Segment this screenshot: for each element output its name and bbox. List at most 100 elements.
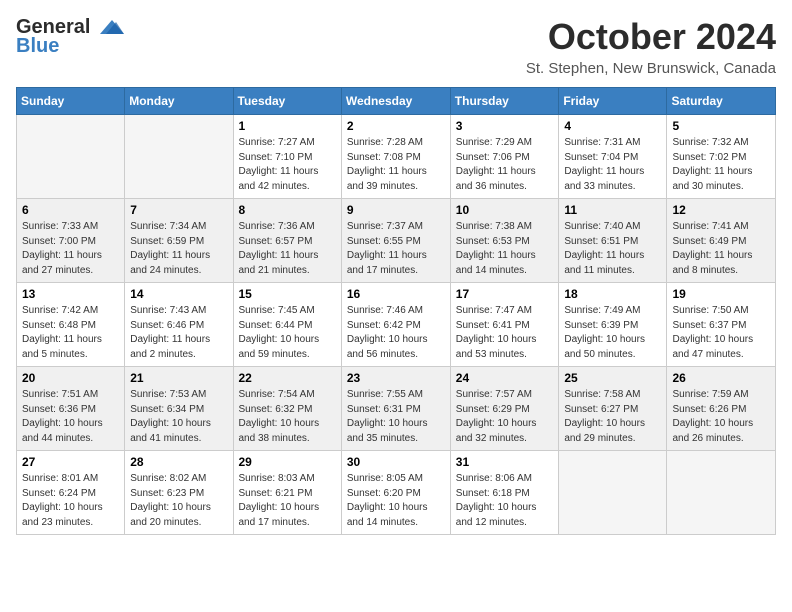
day-number: 5 xyxy=(672,119,770,133)
day-info: Sunrise: 8:03 AM Sunset: 6:21 PM Dayligh… xyxy=(239,472,336,530)
day-info: Sunrise: 7:27 AM Sunset: 7:10 PM Dayligh… xyxy=(239,136,336,194)
day-info: Sunrise: 7:51 AM Sunset: 6:36 PM Dayligh… xyxy=(22,388,119,446)
day-info: Sunrise: 7:32 AM Sunset: 7:02 PM Dayligh… xyxy=(672,136,770,194)
day-number: 26 xyxy=(672,371,770,385)
calendar-cell: 23 Sunrise: 7:55 AM Sunset: 6:31 PM Dayli… xyxy=(341,367,450,451)
day-number: 30 xyxy=(347,455,445,469)
calendar-cell: 26 Sunrise: 7:59 AM Sunset: 6:26 PM Dayli… xyxy=(667,367,776,451)
day-number: 10 xyxy=(456,203,554,217)
calendar-cell: 6 Sunrise: 7:33 AM Sunset: 7:00 PM Daylig… xyxy=(17,199,125,283)
page-header: General Blue October 2024 St. Stephen, N… xyxy=(16,16,776,77)
title-area: October 2024 St. Stephen, New Brunswick,… xyxy=(526,16,776,77)
day-number: 27 xyxy=(22,455,119,469)
calendar-cell: 10 Sunrise: 7:38 AM Sunset: 6:53 PM Dayli… xyxy=(450,199,559,283)
day-info: Sunrise: 7:59 AM Sunset: 6:26 PM Dayligh… xyxy=(672,388,770,446)
day-number: 6 xyxy=(22,203,119,217)
day-number: 19 xyxy=(672,287,770,301)
weekday-header-thursday: Thursday xyxy=(450,88,559,115)
location: St. Stephen, New Brunswick, Canada xyxy=(526,60,776,77)
calendar-cell: 11 Sunrise: 7:40 AM Sunset: 6:51 PM Dayli… xyxy=(559,199,667,283)
calendar-cell: 30 Sunrise: 8:05 AM Sunset: 6:20 PM Dayli… xyxy=(341,451,450,535)
day-info: Sunrise: 7:54 AM Sunset: 6:32 PM Dayligh… xyxy=(239,388,336,446)
day-number: 23 xyxy=(347,371,445,385)
day-info: Sunrise: 7:31 AM Sunset: 7:04 PM Dayligh… xyxy=(564,136,661,194)
day-info: Sunrise: 8:06 AM Sunset: 6:18 PM Dayligh… xyxy=(456,472,554,530)
day-info: Sunrise: 7:34 AM Sunset: 6:59 PM Dayligh… xyxy=(130,220,227,278)
calendar-cell: 13 Sunrise: 7:42 AM Sunset: 6:48 PM Dayli… xyxy=(17,283,125,367)
day-number: 13 xyxy=(22,287,119,301)
day-number: 17 xyxy=(456,287,554,301)
month-title: October 2024 xyxy=(526,16,776,58)
calendar-cell: 7 Sunrise: 7:34 AM Sunset: 6:59 PM Daylig… xyxy=(125,199,233,283)
calendar-cell: 31 Sunrise: 8:06 AM Sunset: 6:18 PM Dayli… xyxy=(450,451,559,535)
day-number: 7 xyxy=(130,203,227,217)
weekday-header-tuesday: Tuesday xyxy=(233,88,341,115)
day-info: Sunrise: 7:57 AM Sunset: 6:29 PM Dayligh… xyxy=(456,388,554,446)
day-number: 15 xyxy=(239,287,336,301)
day-number: 25 xyxy=(564,371,661,385)
calendar-cell: 3 Sunrise: 7:29 AM Sunset: 7:06 PM Daylig… xyxy=(450,115,559,199)
calendar-cell xyxy=(559,451,667,535)
day-info: Sunrise: 7:47 AM Sunset: 6:41 PM Dayligh… xyxy=(456,304,554,362)
calendar-cell: 16Sunrise: 7:46 AM Sunset: 6:42 PM Dayli… xyxy=(341,283,450,367)
calendar-cell: 4 Sunrise: 7:31 AM Sunset: 7:04 PM Daylig… xyxy=(559,115,667,199)
day-number: 2 xyxy=(347,119,445,133)
calendar-cell: 21 Sunrise: 7:53 AM Sunset: 6:34 PM Dayli… xyxy=(125,367,233,451)
calendar-cell xyxy=(667,451,776,535)
day-number: 20 xyxy=(22,371,119,385)
day-info: Sunrise: 7:33 AM Sunset: 7:00 PM Dayligh… xyxy=(22,220,119,278)
day-number: 14 xyxy=(130,287,227,301)
calendar-cell xyxy=(125,115,233,199)
day-number: 12 xyxy=(672,203,770,217)
calendar-cell: 24Sunrise: 7:57 AM Sunset: 6:29 PM Dayli… xyxy=(450,367,559,451)
day-number: 4 xyxy=(564,119,661,133)
day-info: Sunrise: 7:29 AM Sunset: 7:06 PM Dayligh… xyxy=(456,136,554,194)
day-info: Sunrise: 7:41 AM Sunset: 6:49 PM Dayligh… xyxy=(672,220,770,278)
day-number: 18 xyxy=(564,287,661,301)
calendar-cell: 8 Sunrise: 7:36 AM Sunset: 6:57 PM Daylig… xyxy=(233,199,341,283)
day-info: Sunrise: 7:28 AM Sunset: 7:08 PM Dayligh… xyxy=(347,136,445,194)
day-info: Sunrise: 7:53 AM Sunset: 6:34 PM Dayligh… xyxy=(130,388,227,446)
day-info: Sunrise: 7:40 AM Sunset: 6:51 PM Dayligh… xyxy=(564,220,661,278)
day-info: Sunrise: 8:02 AM Sunset: 6:23 PM Dayligh… xyxy=(130,472,227,530)
day-number: 22 xyxy=(239,371,336,385)
calendar-cell: 17 Sunrise: 7:47 AM Sunset: 6:41 PM Dayli… xyxy=(450,283,559,367)
calendar-cell: 2 Sunrise: 7:28 AM Sunset: 7:08 PM Daylig… xyxy=(341,115,450,199)
day-info: Sunrise: 7:38 AM Sunset: 6:53 PM Dayligh… xyxy=(456,220,554,278)
calendar-cell: 12 Sunrise: 7:41 AM Sunset: 6:49 PM Dayli… xyxy=(667,199,776,283)
calendar-cell: 14 Sunrise: 7:43 AM Sunset: 6:46 PM Dayli… xyxy=(125,283,233,367)
day-info: Sunrise: 7:49 AM Sunset: 6:39 PM Dayligh… xyxy=(564,304,661,362)
day-number: 21 xyxy=(130,371,227,385)
day-info: Sunrise: 7:45 AM Sunset: 6:44 PM Dayligh… xyxy=(239,304,336,362)
calendar-cell: 22 Sunrise: 7:54 AM Sunset: 6:32 PM Dayli… xyxy=(233,367,341,451)
calendar-cell: 20 Sunrise: 7:51 AM Sunset: 6:36 PM Dayli… xyxy=(17,367,125,451)
weekday-header-saturday: Saturday xyxy=(667,88,776,115)
weekday-header-wednesday: Wednesday xyxy=(341,88,450,115)
weekday-header-sunday: Sunday xyxy=(17,88,125,115)
calendar-cell: 25 Sunrise: 7:58 AM Sunset: 6:27 PM Dayli… xyxy=(559,367,667,451)
day-info: Sunrise: 8:05 AM Sunset: 6:20 PM Dayligh… xyxy=(347,472,445,530)
day-number: 31 xyxy=(456,455,554,469)
calendar-table: SundayMondayTuesdayWednesdayThursdayFrid… xyxy=(16,87,776,535)
day-number: 9 xyxy=(347,203,445,217)
day-info: Sunrise: 7:50 AM Sunset: 6:37 PM Dayligh… xyxy=(672,304,770,362)
day-info: Sunrise: 7:58 AM Sunset: 6:27 PM Dayligh… xyxy=(564,388,661,446)
calendar-cell: 27Sunrise: 8:01 AM Sunset: 6:24 PM Dayli… xyxy=(17,451,125,535)
day-info: Sunrise: 7:43 AM Sunset: 6:46 PM Dayligh… xyxy=(130,304,227,362)
day-number: 28 xyxy=(130,455,227,469)
day-number: 11 xyxy=(564,203,661,217)
calendar-cell xyxy=(17,115,125,199)
day-info: Sunrise: 7:55 AM Sunset: 6:31 PM Dayligh… xyxy=(347,388,445,446)
day-info: Sunrise: 7:36 AM Sunset: 6:57 PM Dayligh… xyxy=(239,220,336,278)
day-number: 3 xyxy=(456,119,554,133)
logo-blue-text: Blue xyxy=(16,35,59,58)
calendar-cell: 15 Sunrise: 7:45 AM Sunset: 6:44 PM Dayli… xyxy=(233,283,341,367)
calendar-cell: 29Sunrise: 8:03 AM Sunset: 6:21 PM Dayli… xyxy=(233,451,341,535)
logo: General Blue xyxy=(16,16,124,58)
day-number: 8 xyxy=(239,203,336,217)
weekday-header-monday: Monday xyxy=(125,88,233,115)
day-info: Sunrise: 7:42 AM Sunset: 6:48 PM Dayligh… xyxy=(22,304,119,362)
calendar-cell: 28 Sunrise: 8:02 AM Sunset: 6:23 PM Dayli… xyxy=(125,451,233,535)
calendar-cell: 5 Sunrise: 7:32 AM Sunset: 7:02 PM Daylig… xyxy=(667,115,776,199)
weekday-header-friday: Friday xyxy=(559,88,667,115)
